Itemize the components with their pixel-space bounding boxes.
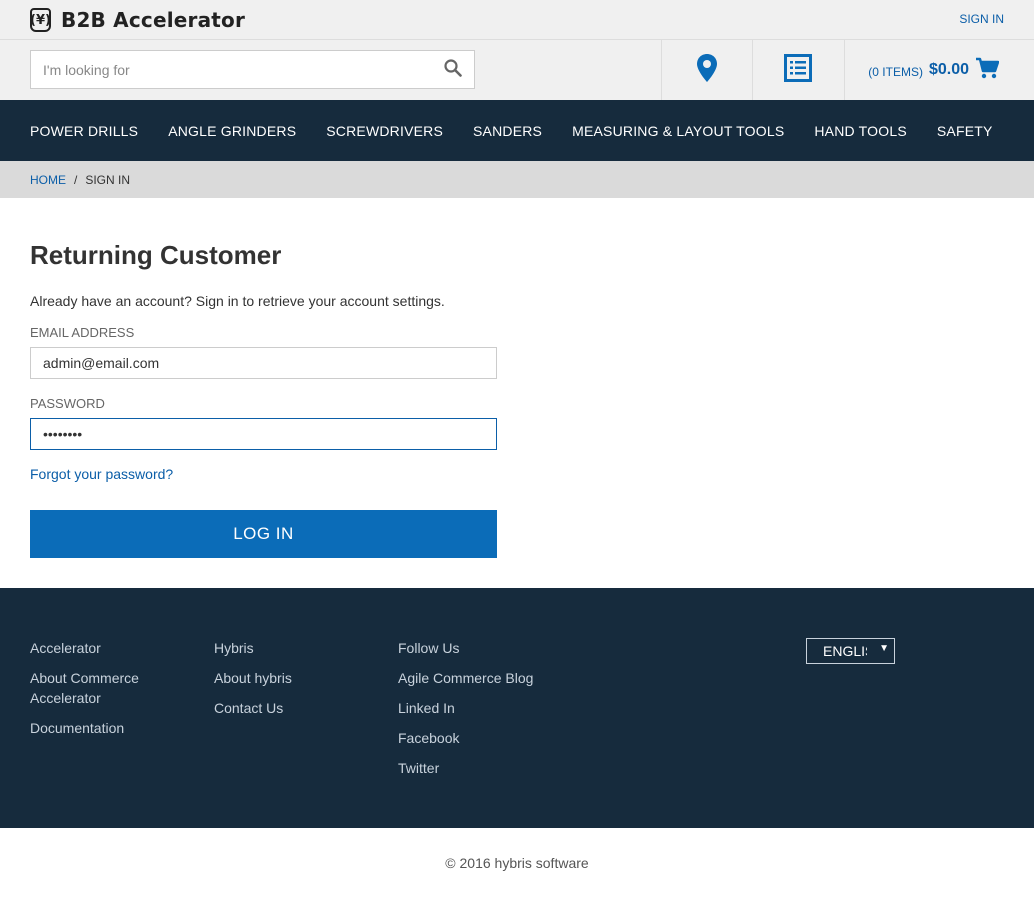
breadcrumb-separator: / [74, 172, 78, 187]
cart-total: $0.00 [928, 61, 969, 78]
footer-heading: Accelerator [30, 640, 101, 656]
breadcrumb-current: SIGN IN [85, 172, 131, 187]
email-label: EMAIL ADDRESS [30, 325, 135, 340]
search-box [30, 50, 475, 89]
top-bar: (¥) B2B Accelerator SIGN IN [0, 0, 1034, 40]
footer-heading: Hybris [214, 640, 254, 656]
copyright: © 2016 hybris software [0, 828, 1034, 898]
footer-link-agile-commerce-blog[interactable]: Agile Commerce Blog [398, 668, 548, 688]
list-icon [784, 53, 812, 87]
footer-column-follow-us: Follow Us Agile Commerce Blog Linked In … [398, 638, 548, 788]
login-button[interactable]: LOG IN [30, 510, 497, 558]
footer-link-facebook[interactable]: Facebook [398, 728, 548, 748]
chevron-down-icon: ▼ [879, 643, 889, 654]
email-field[interactable] [30, 347, 497, 379]
search-input[interactable] [31, 51, 421, 88]
breadcrumb-home[interactable]: HOME [30, 173, 66, 187]
footer-link-linked-in[interactable]: Linked In [398, 698, 548, 718]
cart-icon [975, 57, 1000, 84]
search-row: (0 ITEMS) $0.00 [0, 40, 1034, 100]
nav-item-screwdrivers[interactable]: SCREWDRIVERS [326, 123, 443, 139]
store-finder-button[interactable] [661, 40, 752, 100]
forgot-password-link[interactable]: Forgot your password? [30, 466, 173, 482]
category-nav: POWER DRILLS ANGLE GRINDERS SCREWDRIVERS… [0, 100, 1034, 161]
footer-link-contact-us[interactable]: Contact Us [214, 698, 364, 718]
footer-link-about-hybris[interactable]: About hybris [214, 668, 364, 688]
brand-name: B2B Accelerator [61, 8, 246, 32]
breadcrumb: HOME / SIGN IN [0, 161, 1034, 198]
site-logo[interactable]: (¥) B2B Accelerator [30, 8, 245, 32]
cart-item-count: (0 ITEMS) [868, 65, 923, 79]
nav-item-angle-grinders[interactable]: ANGLE GRINDERS [168, 123, 296, 139]
sign-in-link[interactable]: SIGN IN [959, 12, 1004, 26]
language-value: ENGLISH [823, 643, 867, 659]
footer-column-accelerator: Accelerator About Commerce Accelerator D… [30, 638, 180, 748]
mini-cart[interactable]: (0 ITEMS) $0.00 [844, 40, 1034, 100]
password-label: PASSWORD [30, 396, 105, 411]
login-intro: Already have an account? Sign in to retr… [30, 293, 445, 309]
language-select[interactable]: ENGLISH ▼ [806, 638, 895, 664]
nav-item-power-drills[interactable]: POWER DRILLS [30, 123, 138, 139]
map-pin-icon [696, 53, 718, 88]
footer-link-twitter[interactable]: Twitter [398, 758, 548, 778]
logo-icon: (¥) [30, 8, 51, 32]
page-title: Returning Customer [30, 240, 282, 270]
nav-item-safety[interactable]: SAFETY [937, 123, 993, 139]
quick-order-button[interactable] [752, 40, 843, 100]
footer-link-about-commerce-accelerator[interactable]: About Commerce Accelerator [30, 668, 180, 708]
footer: Accelerator About Commerce Accelerator D… [0, 588, 1034, 828]
footer-link-documentation[interactable]: Documentation [30, 718, 180, 738]
nav-item-sanders[interactable]: SANDERS [473, 123, 542, 139]
footer-column-hybris: Hybris About hybris Contact Us [214, 638, 364, 728]
footer-heading: Follow Us [398, 640, 460, 656]
search-icon[interactable] [444, 59, 464, 79]
nav-item-measuring-layout-tools[interactable]: MEASURING & LAYOUT TOOLS [572, 123, 784, 139]
password-field[interactable] [30, 418, 497, 450]
nav-item-hand-tools[interactable]: HAND TOOLS [814, 123, 907, 139]
